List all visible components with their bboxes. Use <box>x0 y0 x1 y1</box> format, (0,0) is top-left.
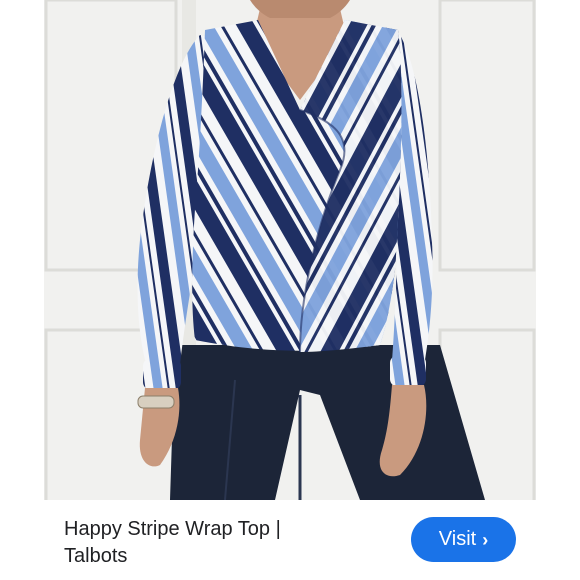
visit-button[interactable]: Visit › <box>411 517 516 562</box>
chevron-right-icon: › <box>482 529 489 550</box>
visit-button-label: Visit <box>438 528 477 550</box>
product-image[interactable] <box>0 0 580 500</box>
result-info-bar: Happy Stripe Wrap Top | Talbots Visit › <box>44 500 536 580</box>
product-title-line1: Happy Stripe Wrap Top | <box>64 518 281 540</box>
result-card: Happy Stripe Wrap Top | Talbots Visit › <box>0 0 580 580</box>
product-photo-graphic <box>0 0 580 500</box>
product-title[interactable]: Happy Stripe Wrap Top | Talbots <box>64 516 364 570</box>
product-title-line2: Talbots <box>64 545 128 567</box>
